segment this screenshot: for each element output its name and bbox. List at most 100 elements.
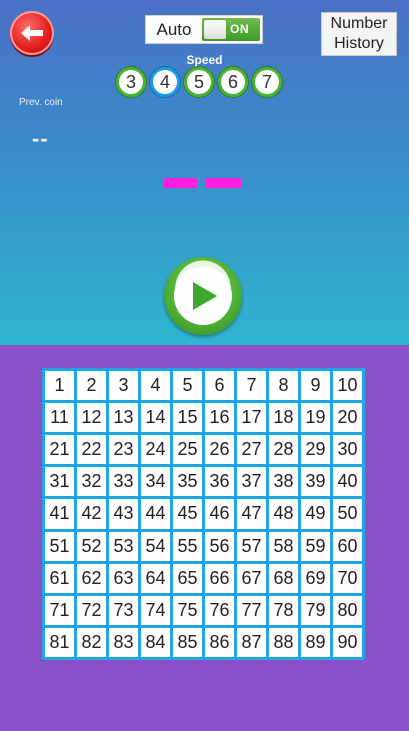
toggle-knob[interactable] <box>204 20 226 39</box>
board-cell: 87 <box>237 627 266 657</box>
board-cell: 56 <box>205 531 234 561</box>
board-cell: 12 <box>77 403 106 433</box>
play-button[interactable] <box>164 257 242 335</box>
board-cell: 16 <box>205 403 234 433</box>
board-cell: 13 <box>109 403 138 433</box>
board-cell: 27 <box>237 435 266 465</box>
board-cell: 82 <box>77 627 106 657</box>
board-cell: 42 <box>77 499 106 529</box>
speed-option-7[interactable]: 7 <box>252 67 282 97</box>
board-cell: 29 <box>301 435 330 465</box>
board-cell: 39 <box>301 467 330 497</box>
board-cell: 6 <box>205 371 234 401</box>
board-cell: 67 <box>237 563 266 593</box>
board-cell: 18 <box>269 403 298 433</box>
board-cell: 54 <box>141 531 170 561</box>
board-cell: 58 <box>269 531 298 561</box>
board-cell: 55 <box>173 531 202 561</box>
board-cell: 88 <box>269 627 298 657</box>
board-cell: 1 <box>45 371 74 401</box>
board-cell: 35 <box>173 467 202 497</box>
board-cell: 63 <box>109 563 138 593</box>
number-board: 1 2 3 4 5 6 7 8 9 10 11 12 13 14 15 16 17 18 19 20 21 22 23 24 2… <box>42 368 365 660</box>
board-cell: 80 <box>333 595 362 625</box>
board-cell: 85 <box>173 627 202 657</box>
board-cell: 51 <box>45 531 74 561</box>
board-cell: 72 <box>77 595 106 625</box>
speed-option-6[interactable]: 6 <box>218 67 248 97</box>
current-number-placeholder <box>163 178 241 188</box>
speed-option-3[interactable]: 3 <box>116 67 146 97</box>
board-cell: 53 <box>109 531 138 561</box>
board-cell: 59 <box>301 531 330 561</box>
board-cell: 83 <box>109 627 138 657</box>
board-cell: 36 <box>205 467 234 497</box>
board-cell: 32 <box>77 467 106 497</box>
board-cell: 14 <box>141 403 170 433</box>
board-cell: 11 <box>45 403 74 433</box>
arrow-left-icon <box>21 25 43 41</box>
speed-option-4[interactable]: 4 <box>150 67 180 97</box>
board-cell: 8 <box>269 371 298 401</box>
board-cell: 17 <box>237 403 266 433</box>
prev-coin-value: -- <box>32 126 49 151</box>
board-cell: 3 <box>109 371 138 401</box>
board-cell: 38 <box>269 467 298 497</box>
board-cell: 30 <box>333 435 362 465</box>
board-cell: 15 <box>173 403 202 433</box>
board-cell: 77 <box>237 595 266 625</box>
speed-option-5[interactable]: 5 <box>184 67 214 97</box>
board-cell: 50 <box>333 499 362 529</box>
board-cell: 25 <box>173 435 202 465</box>
board-cell: 76 <box>205 595 234 625</box>
number-history-button[interactable]: Number History <box>321 12 397 56</box>
board-cell: 4 <box>141 371 170 401</box>
board-cell: 43 <box>109 499 138 529</box>
board-cell: 20 <box>333 403 362 433</box>
back-button[interactable] <box>10 11 54 55</box>
board-cell: 57 <box>237 531 266 561</box>
board-cell: 33 <box>109 467 138 497</box>
board-cell: 74 <box>141 595 170 625</box>
board-cell: 48 <box>269 499 298 529</box>
board-cell: 44 <box>141 499 170 529</box>
play-icon <box>193 282 217 310</box>
board-cell: 28 <box>269 435 298 465</box>
auto-toggle[interactable]: ON <box>202 18 260 41</box>
auto-label: Auto <box>156 19 192 39</box>
board-cell: 26 <box>205 435 234 465</box>
board-cell: 34 <box>141 467 170 497</box>
board-cell: 41 <box>45 499 74 529</box>
board-cell: 5 <box>173 371 202 401</box>
board-cell: 66 <box>205 563 234 593</box>
board-cell: 86 <box>205 627 234 657</box>
board-cell: 23 <box>109 435 138 465</box>
current-number-dash <box>163 178 198 188</box>
board-cell: 47 <box>237 499 266 529</box>
board-cell: 70 <box>333 563 362 593</box>
board-cell: 68 <box>269 563 298 593</box>
board-cell: 84 <box>141 627 170 657</box>
board-cell: 62 <box>77 563 106 593</box>
board-cell: 9 <box>301 371 330 401</box>
board-cell: 21 <box>45 435 74 465</box>
board-cell: 60 <box>333 531 362 561</box>
auto-toggle-container: Auto ON <box>145 15 263 44</box>
board-cell: 22 <box>77 435 106 465</box>
board-cell: 31 <box>45 467 74 497</box>
speed-selector: 34567 <box>116 67 282 97</box>
board-cell: 89 <box>301 627 330 657</box>
board-cell: 75 <box>173 595 202 625</box>
history-label-line2: History <box>334 35 384 52</box>
play-button-face <box>174 267 232 325</box>
board-cell: 52 <box>77 531 106 561</box>
board-cell: 2 <box>77 371 106 401</box>
board-cell: 73 <box>109 595 138 625</box>
board-cell: 49 <box>301 499 330 529</box>
prev-coin-label: Prev. coin <box>19 97 63 108</box>
board-cell: 46 <box>205 499 234 529</box>
board-cell: 40 <box>333 467 362 497</box>
history-label-line1: Number <box>330 15 388 32</box>
board-cell: 79 <box>301 595 330 625</box>
board-cell: 90 <box>333 627 362 657</box>
